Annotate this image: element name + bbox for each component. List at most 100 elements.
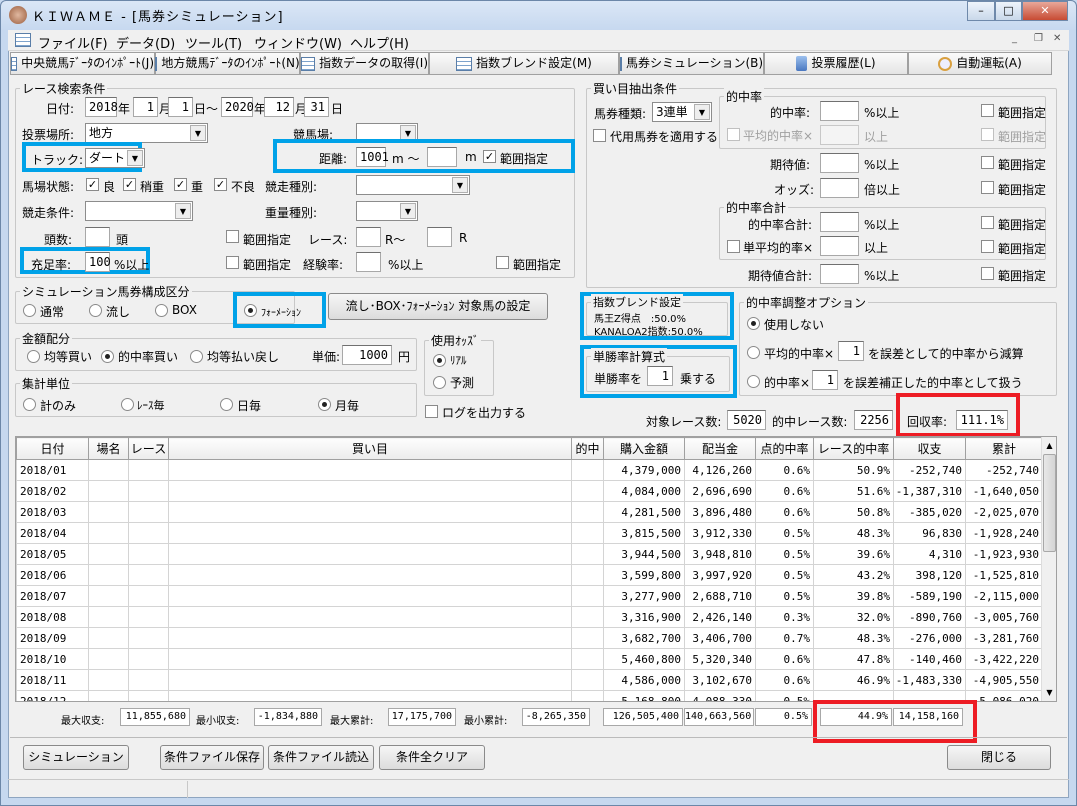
column-header[interactable]: 累計 [965, 437, 1043, 460]
table-row[interactable]: 2018/06 3,599,800 3,997,920 0.5% 43.2% 398,12… [16, 564, 1043, 586]
column-header[interactable]: レース的中率 [813, 437, 894, 460]
cond-slightly-heavy-checkbox[interactable]: ✓ [123, 178, 136, 191]
avg-range-checkbox[interactable] [981, 128, 994, 141]
radio-normal[interactable] [23, 304, 36, 317]
radio-predicted-odds[interactable] [433, 376, 446, 389]
simulation-button[interactable]: 馬券シミュレーション(B) [619, 52, 764, 75]
radio-per-day[interactable] [220, 398, 233, 411]
avg-hit-checkbox[interactable] [727, 128, 740, 141]
table-row[interactable]: 2018/01 4,379,000 4,126,260 0.6% 50.9% -252,7… [16, 459, 1043, 481]
radio-real-odds[interactable] [433, 354, 446, 367]
menu-file[interactable]: ファイル(F) [38, 33, 108, 52]
auto-run-button[interactable]: 自動運転(A) [908, 52, 1052, 75]
table-row[interactable]: 2018/09 3,682,700 3,406,700 0.7% 48.3% -276,0… [16, 627, 1043, 649]
table-row[interactable]: 2018/11 4,586,000 3,102,670 0.6% 46.9% -1,483… [16, 669, 1043, 691]
clear-conditions-button[interactable]: 条件全クリア [379, 745, 485, 770]
close-button[interactable]: 閉じる [947, 745, 1051, 770]
distance-to-input[interactable] [427, 147, 457, 167]
venue-select[interactable]: 地方 ▼ [85, 123, 208, 143]
run-simulation-button[interactable]: シミュレーション [23, 745, 129, 770]
radio-adjust-none[interactable] [747, 317, 760, 330]
column-header[interactable]: レース [128, 437, 169, 460]
race-type-select[interactable]: ▼ [356, 175, 470, 195]
experience-range-checkbox[interactable] [496, 256, 509, 269]
radio-nagashi[interactable] [89, 304, 102, 317]
fill-rate-input[interactable]: 100 [85, 252, 111, 272]
start-month-input[interactable]: 1 [133, 97, 158, 117]
fill-range-checkbox[interactable] [226, 256, 239, 269]
odds-range-checkbox[interactable] [981, 181, 994, 194]
ev-range-checkbox[interactable] [981, 156, 994, 169]
end-year-input[interactable]: 2020 [221, 97, 254, 117]
column-header[interactable]: 的中 [571, 437, 604, 460]
single-avg-input[interactable] [820, 236, 859, 256]
odds-input[interactable] [820, 178, 859, 198]
scroll-up-arrow[interactable]: ▲ [1042, 437, 1056, 454]
target-horse-settings-button[interactable]: 流し･BOX･ﾌｫｰﾒｰｼｮﾝ 対象馬の設定 [328, 293, 548, 320]
import-central-button[interactable]: 中央競馬ﾃﾞｰﾀのｲﾝﾎﾟｰﾄ(J) [10, 52, 155, 75]
heads-input[interactable] [85, 227, 110, 247]
sum-range-checkbox[interactable] [981, 216, 994, 229]
column-header[interactable]: 場名 [88, 437, 129, 460]
import-local-button[interactable]: 地方競馬ﾃﾞｰﾀのｲﾝﾎﾟｰﾄ(N) [155, 52, 300, 75]
substitute-checkbox[interactable] [593, 129, 606, 142]
index-blend-button[interactable]: 指数ブレンド設定(M) [429, 52, 619, 75]
scrollbar-thumb[interactable] [1043, 454, 1056, 552]
column-header[interactable]: 日付 [16, 437, 89, 460]
adjust-subtract-input[interactable]: 1 [838, 341, 864, 361]
output-log-checkbox[interactable] [425, 405, 438, 418]
minimize-button[interactable]: – [967, 1, 995, 21]
radio-formation[interactable] [244, 304, 257, 317]
radio-per-month[interactable] [318, 398, 331, 411]
win-rate-exponent-input[interactable]: 1 [647, 366, 673, 386]
radio-hit-rate-buy[interactable] [101, 350, 114, 363]
cond-good-checkbox[interactable]: ✓ [86, 178, 99, 191]
radio-total-only[interactable] [23, 398, 36, 411]
vote-history-button[interactable]: 投票履歴(L) [764, 52, 908, 75]
ev-sum-input[interactable] [820, 264, 859, 284]
cond-bad-checkbox[interactable]: ✓ [214, 178, 227, 191]
table-row[interactable]: 2018/10 5,460,800 5,320,340 0.6% 47.8% -140,4… [16, 648, 1043, 670]
radio-adjust-subtract[interactable] [747, 346, 760, 359]
menu-tools[interactable]: ツール(T) [185, 33, 242, 52]
radio-per-race[interactable] [121, 398, 134, 411]
ticket-type-select[interactable]: 3連単 ▼ [652, 102, 712, 122]
close-window-button[interactable]: ✕ [1022, 1, 1068, 21]
heads-range-checkbox[interactable] [226, 230, 239, 243]
table-row[interactable]: 2018/04 3,815,500 3,912,330 0.5% 48.3% 96,830… [16, 522, 1043, 544]
maximize-button[interactable]: □ [995, 1, 1022, 21]
weight-type-select[interactable]: ▼ [356, 201, 418, 221]
distance-range-checkbox[interactable]: ✓ [483, 150, 496, 163]
hit-range-checkbox[interactable] [981, 104, 994, 117]
radio-adjust-correct[interactable] [747, 375, 760, 388]
distance-from-input[interactable]: 1001 [356, 147, 389, 167]
fetch-index-button[interactable]: 指数データの取得(I) [300, 52, 429, 75]
race-to-input[interactable] [427, 227, 452, 247]
ev-input[interactable] [820, 153, 859, 173]
column-header[interactable]: 点的中率 [755, 437, 814, 460]
column-header[interactable]: 収支 [893, 437, 966, 460]
menu-window[interactable]: ウィンドウ(W) [254, 33, 342, 52]
single-avg-checkbox[interactable] [727, 240, 740, 253]
table-row[interactable]: 2018/03 4,281,500 3,896,480 0.6% 50.8% -385,0… [16, 501, 1043, 523]
scroll-down-arrow[interactable]: ▼ [1042, 684, 1056, 701]
table-row[interactable]: 2018/08 3,316,900 2,426,140 0.3% 32.0% -890,7… [16, 606, 1043, 628]
track-select[interactable]: ダート ▼ [85, 148, 145, 168]
race-from-input[interactable] [356, 227, 381, 247]
load-conditions-button[interactable]: 条件ファイル読込 [268, 745, 374, 770]
start-year-input[interactable]: 2018 [85, 97, 118, 117]
hit-sum-input[interactable] [820, 212, 859, 232]
save-conditions-button[interactable]: 条件ファイル保存 [160, 745, 264, 770]
vertical-scrollbar[interactable]: ▲ ▼ [1041, 437, 1056, 701]
table-row[interactable]: 2018/05 3,944,500 3,948,810 0.5% 39.6% 4,310-… [16, 543, 1043, 565]
start-day-input[interactable]: 1 [168, 97, 193, 117]
radio-box[interactable] [155, 304, 168, 317]
hit-rate-input[interactable] [820, 101, 859, 121]
radio-equal-buy[interactable] [27, 350, 40, 363]
single-range-checkbox[interactable] [981, 240, 994, 253]
ev-sum-range-checkbox[interactable] [981, 267, 994, 280]
end-month-input[interactable]: 12 [264, 97, 294, 117]
table-row[interactable]: 2018/02 4,084,000 2,696,690 0.6% 51.6% -1,387… [16, 480, 1043, 502]
column-header[interactable]: 配当金 [684, 437, 756, 460]
race-condition-select[interactable]: ▼ [85, 201, 193, 221]
